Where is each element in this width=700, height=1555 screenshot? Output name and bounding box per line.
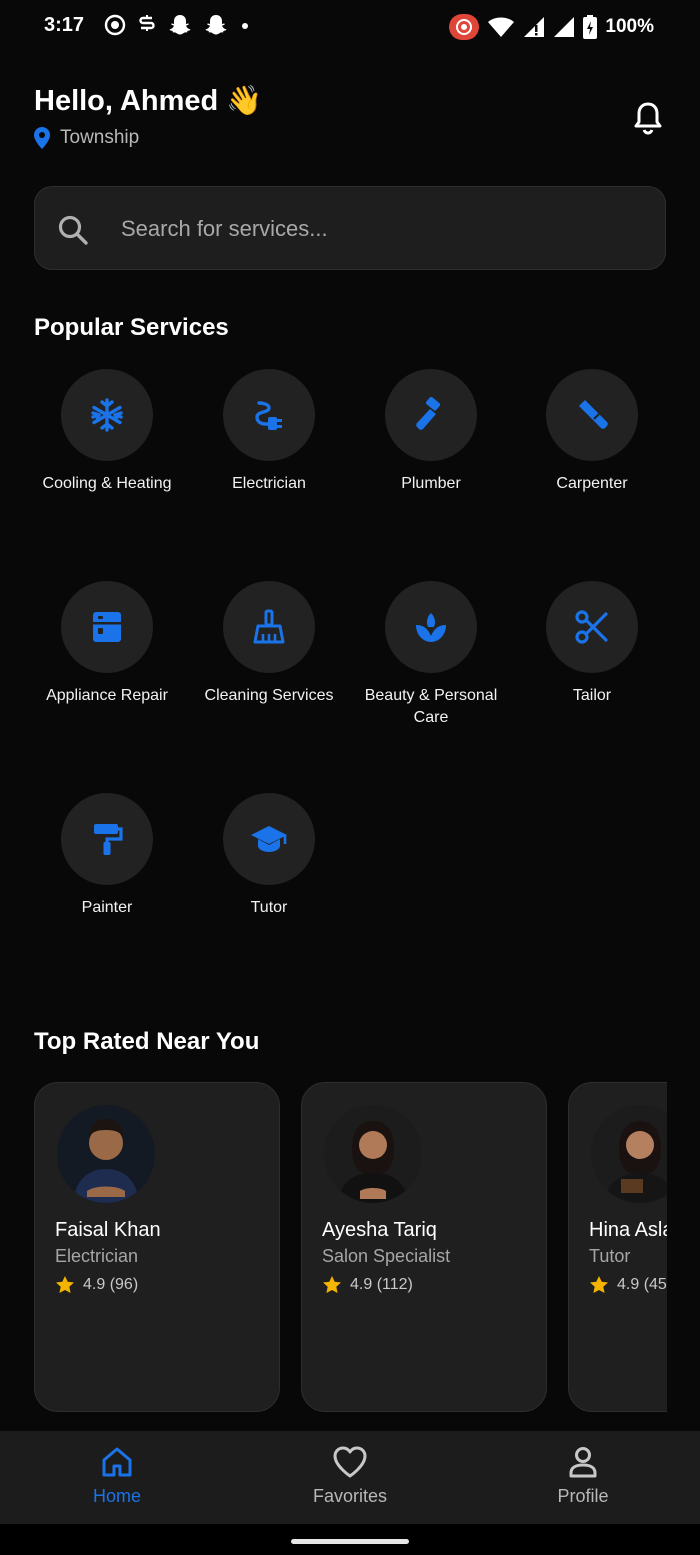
service-label: Electrician xyxy=(232,475,306,492)
snapchat-icon xyxy=(169,15,191,35)
nav-home[interactable]: Home xyxy=(37,1445,197,1507)
provider-card[interactable]: Hina Aslam Tutor 4.9 (45) xyxy=(568,1082,667,1412)
provider-card[interactable]: Faisal Khan Electrician 4.9 (96) xyxy=(34,1082,280,1412)
scissors-icon xyxy=(575,610,608,644)
plumbing-icon xyxy=(416,397,441,430)
profile-icon xyxy=(569,1447,597,1478)
status-time: 3:17 xyxy=(44,14,85,36)
provider-role: Salon Specialist xyxy=(322,1246,451,1266)
appliance-icon xyxy=(93,612,121,642)
popular-services-title: Popular Services xyxy=(34,314,229,341)
provider-rating: 4.9 (112) xyxy=(322,1275,413,1295)
location-label: Township xyxy=(60,127,140,148)
app-s-icon xyxy=(139,15,155,31)
signal-icon xyxy=(554,17,575,37)
service-label: Tutor xyxy=(250,899,288,916)
service-icon-circle xyxy=(546,369,638,461)
service-plumber[interactable]: Plumber xyxy=(350,369,512,495)
screen-record-icon xyxy=(104,14,126,36)
search-input[interactable] xyxy=(119,205,623,253)
avatar xyxy=(591,1105,667,1203)
service-label: Beauty & Personal Care xyxy=(364,687,498,726)
service-label: Appliance Repair xyxy=(46,687,168,704)
battery-level: 100% xyxy=(605,16,654,37)
service-label: Carpenter xyxy=(556,475,628,492)
top-rated-title: Top Rated Near You xyxy=(34,1028,260,1055)
service-icon-circle xyxy=(546,581,638,673)
search-icon xyxy=(58,215,88,245)
graduation-cap-icon xyxy=(251,826,287,852)
search-bar[interactable] xyxy=(34,186,666,270)
wifi-icon xyxy=(488,17,515,37)
snowflake-icon xyxy=(91,398,123,432)
nav-home-label: Home xyxy=(92,1486,141,1506)
service-icon-circle xyxy=(385,369,477,461)
provider-rating: 4.9 (45) xyxy=(589,1275,667,1295)
nav-favorites-label: Favorites xyxy=(312,1486,388,1506)
rating-value: 4.9 (112) xyxy=(350,1276,413,1293)
spa-icon xyxy=(416,613,446,642)
provider-role: Tutor xyxy=(589,1246,631,1266)
location-selector[interactable]: Township xyxy=(34,127,139,149)
avatar xyxy=(57,1105,155,1203)
service-icon-circle xyxy=(223,793,315,885)
star-icon xyxy=(590,1276,608,1293)
carpentry-icon xyxy=(579,400,608,429)
rating-value: 4.9 (96) xyxy=(83,1276,139,1293)
service-icon-circle xyxy=(223,581,315,673)
notification-icons xyxy=(104,14,250,36)
recording-indicator xyxy=(449,14,480,40)
top-rated-carousel[interactable]: Faisal Khan Electrician 4.9 (96) Ayesha … xyxy=(34,1082,667,1414)
provider-name: Hina Aslam xyxy=(589,1219,667,1241)
service-painter[interactable]: Painter xyxy=(26,793,188,919)
service-label: Painter xyxy=(81,899,133,916)
notifications-button[interactable] xyxy=(630,100,666,141)
avatar xyxy=(324,1105,422,1203)
service-appliance-repair[interactable]: Appliance Repair xyxy=(26,581,188,707)
provider-rating: 4.9 (96) xyxy=(55,1275,138,1295)
service-icon-circle xyxy=(61,581,153,673)
provider-name: Faisal Khan xyxy=(55,1219,161,1241)
star-icon xyxy=(56,1276,74,1293)
service-carpenter[interactable]: Carpenter xyxy=(511,369,673,495)
electric-plug-icon xyxy=(255,401,282,430)
service-tailor[interactable]: Tailor xyxy=(511,581,673,707)
star-icon xyxy=(323,1276,341,1293)
signal-icon xyxy=(524,17,545,37)
nav-profile-label: Profile xyxy=(557,1486,609,1506)
heart-icon xyxy=(333,1446,367,1478)
rating-value: 4.9 (45) xyxy=(617,1276,667,1293)
service-label: Plumber xyxy=(401,475,461,492)
location-pin-icon xyxy=(34,127,50,149)
service-label: Cooling & Heating xyxy=(42,475,172,492)
provider-role: Electrician xyxy=(55,1246,139,1266)
service-electrician[interactable]: Electrician xyxy=(188,369,350,495)
more-dot-icon xyxy=(242,23,248,29)
service-icon-circle xyxy=(61,793,153,885)
bell-icon xyxy=(634,102,662,135)
nav-profile[interactable]: Profile xyxy=(503,1445,663,1507)
service-icon-circle xyxy=(385,581,477,673)
provider-name: Ayesha Tariq xyxy=(322,1219,437,1241)
service-cooling-heating[interactable]: Cooling & Heating xyxy=(26,369,188,495)
service-cleaning[interactable]: Cleaning Services xyxy=(188,581,350,707)
service-beauty-personal-care[interactable]: Beauty & Personal Care xyxy=(350,581,512,729)
nav-favorites[interactable]: Favorites xyxy=(270,1445,430,1507)
service-icon-circle xyxy=(223,369,315,461)
home-icon xyxy=(102,1447,132,1477)
provider-card[interactable]: Ayesha Tariq Salon Specialist 4.9 (112) xyxy=(301,1082,547,1412)
status-bar: 3:17 100% xyxy=(0,0,700,54)
service-label: Cleaning Services xyxy=(204,687,334,704)
gesture-handle[interactable] xyxy=(291,1539,409,1544)
broom-icon xyxy=(253,609,285,644)
service-label: Tailor xyxy=(572,687,612,704)
greeting-title: Hello, Ahmed 👋 xyxy=(34,85,263,117)
system-icons: 100% xyxy=(449,14,654,40)
service-tutor[interactable]: Tutor xyxy=(188,793,350,919)
paint-roller-icon xyxy=(94,824,123,855)
battery-charging-icon xyxy=(583,15,598,39)
bottom-navigation: Home Favorites Profile xyxy=(0,1431,700,1524)
snapchat-icon xyxy=(205,15,227,35)
service-icon-circle xyxy=(61,369,153,461)
